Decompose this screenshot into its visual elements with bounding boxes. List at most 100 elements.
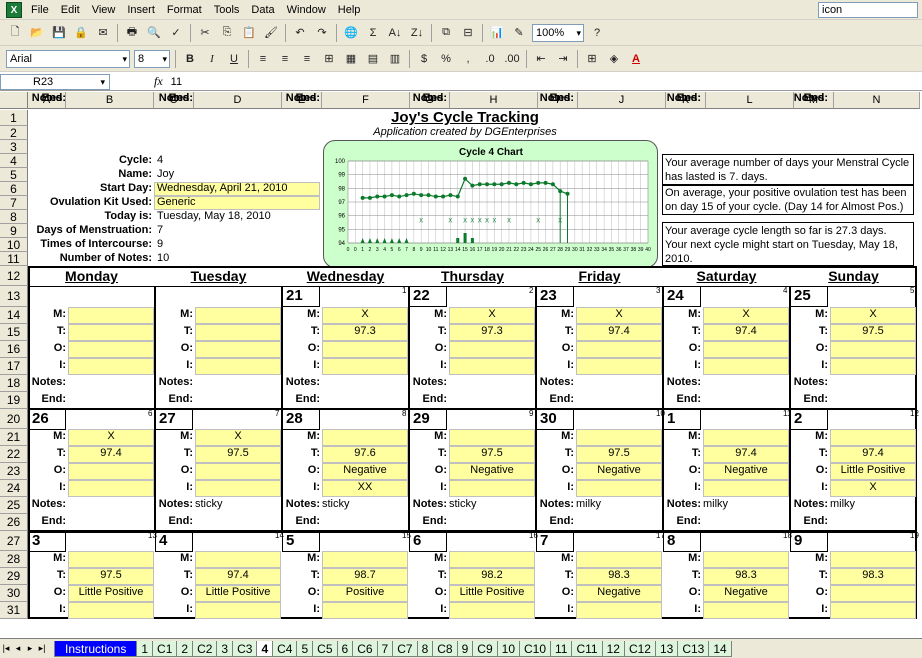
entry-t-value[interactable]: 97.4: [195, 569, 281, 581]
sheet-tab-4[interactable]: 4: [256, 640, 274, 657]
worksheet-grid[interactable]: A B C D E F G H I J K L M N 1 2 3 4 5 6 7 8 9 10 11 12 13 14 15 16 17 1…: [0, 92, 922, 638]
entry-m-value[interactable]: X: [322, 308, 408, 320]
row-header-3[interactable]: 3: [0, 140, 28, 154]
entry-t-value[interactable]: 97.6: [322, 447, 408, 459]
entry-notes-value[interactable]: milky: [830, 498, 855, 510]
column-header-j[interactable]: J: [578, 92, 666, 109]
sheet-tab-6[interactable]: 6: [336, 640, 354, 657]
print-icon[interactable]: 🖶: [122, 23, 142, 43]
menu-window[interactable]: Window: [284, 4, 335, 16]
entry-i[interactable]: [576, 358, 662, 375]
row-header-30[interactable]: 30: [0, 585, 28, 602]
border-table-icon[interactable]: ▦: [341, 49, 361, 69]
sheet-tab-c12[interactable]: C12: [623, 640, 656, 657]
entry-o-value[interactable]: Little Positive: [68, 586, 154, 598]
prev-sheet-icon[interactable]: ◂: [12, 643, 24, 654]
entry-o[interactable]: [449, 341, 535, 358]
ungroup-icon[interactable]: ⊟: [458, 23, 478, 43]
entry-m-value[interactable]: X: [68, 430, 154, 442]
menu-view[interactable]: View: [89, 4, 125, 16]
entry-m[interactable]: [703, 429, 789, 446]
entry-m[interactable]: [449, 551, 535, 568]
grid-icon[interactable]: ▤: [363, 49, 383, 69]
merge-center-icon[interactable]: ⊞: [319, 49, 339, 69]
entry-i[interactable]: [703, 480, 789, 497]
next-sheet-icon[interactable]: ▸: [24, 643, 36, 654]
entry-o-value[interactable]: Little Positive: [830, 464, 916, 476]
column-header-n[interactable]: N: [834, 92, 920, 109]
sheet-tab-c11[interactable]: C11: [571, 640, 603, 657]
entry-o[interactable]: [68, 463, 154, 480]
entry-m[interactable]: [703, 551, 789, 568]
entry-m[interactable]: [195, 551, 281, 568]
entry-notes-value[interactable]: sticky: [195, 498, 223, 510]
sheet-tab-10[interactable]: 10: [496, 640, 520, 657]
sort-asc-icon[interactable]: A↓: [385, 23, 405, 43]
print-preview-icon[interactable]: 🔍: [144, 23, 164, 43]
sheet-tab-c2[interactable]: C2: [192, 640, 218, 657]
open-icon[interactable]: 📂: [27, 23, 47, 43]
undo-icon[interactable]: ↶: [290, 23, 310, 43]
entry-i[interactable]: [322, 602, 408, 619]
entry-i[interactable]: [322, 358, 408, 375]
sheet-tab-8[interactable]: 8: [416, 640, 434, 657]
entry-notes-value[interactable]: milky: [703, 498, 728, 510]
row-header-13[interactable]: 13: [0, 286, 28, 307]
copy-icon[interactable]: ⎘: [217, 23, 237, 43]
entry-o-value[interactable]: Little Positive: [449, 586, 535, 598]
entry-o-value[interactable]: Little Positive: [195, 586, 281, 598]
entry-o[interactable]: [830, 585, 916, 602]
sheet-tab-c9[interactable]: C9: [472, 640, 498, 657]
sheet-tab-c6[interactable]: C6: [352, 640, 378, 657]
row-header-9[interactable]: 9: [0, 224, 28, 238]
column-header-l[interactable]: L: [706, 92, 794, 109]
row-header-29[interactable]: 29: [0, 568, 28, 585]
sheet-tab-c3[interactable]: C3: [232, 640, 258, 657]
row-header-2[interactable]: 2: [0, 126, 28, 140]
drawing-icon[interactable]: ✎: [509, 23, 529, 43]
sheet-tab-13[interactable]: 13: [654, 640, 679, 657]
entry-t-value[interactable]: 97.4: [830, 447, 916, 459]
row-header-7[interactable]: 7: [0, 196, 28, 210]
entry-o[interactable]: [195, 341, 281, 358]
format-painter-icon[interactable]: 🖌: [261, 23, 281, 43]
entry-o[interactable]: [576, 341, 662, 358]
select-all-corner[interactable]: [0, 92, 28, 109]
increase-indent-icon[interactable]: ⇥: [553, 49, 573, 69]
sheet-tab-2[interactable]: 2: [176, 640, 194, 657]
last-sheet-icon[interactable]: ▸|: [36, 643, 48, 654]
cut-icon[interactable]: ✂: [195, 23, 215, 43]
align-right-icon[interactable]: ≡: [297, 49, 317, 69]
row-header-17[interactable]: 17: [0, 358, 28, 375]
entry-t-value[interactable]: 98.3: [830, 569, 916, 581]
entry-i[interactable]: [576, 602, 662, 619]
entry-i[interactable]: [830, 358, 916, 375]
row-header-25[interactable]: 25: [0, 497, 28, 514]
entry-i[interactable]: [195, 602, 281, 619]
save-icon[interactable]: 💾: [49, 23, 69, 43]
entry-t-value[interactable]: 97.5: [576, 447, 662, 459]
group-icon[interactable]: ⧉: [436, 23, 456, 43]
entry-i[interactable]: [68, 358, 154, 375]
entry-t-value[interactable]: 97.5: [68, 569, 154, 581]
row-header-12[interactable]: 12: [0, 266, 28, 286]
entry-i[interactable]: [576, 480, 662, 497]
font-size-select[interactable]: 8: [134, 49, 170, 68]
column-header-d[interactable]: D: [194, 92, 282, 109]
row-header-27[interactable]: 27: [0, 531, 28, 551]
comma-icon[interactable]: ,: [458, 49, 478, 69]
row-header-19[interactable]: 19: [0, 392, 28, 409]
row-header-21[interactable]: 21: [0, 429, 28, 446]
menu-format[interactable]: Format: [164, 4, 211, 16]
row-header-20[interactable]: 20: [0, 409, 28, 429]
new-icon[interactable]: 🗋: [5, 23, 25, 43]
sheet-tab-7[interactable]: 7: [376, 640, 394, 657]
entry-m[interactable]: [449, 429, 535, 446]
entry-m[interactable]: [195, 307, 281, 324]
sort-desc-icon[interactable]: Z↓: [407, 23, 427, 43]
increase-decimal-icon[interactable]: .0: [480, 49, 500, 69]
entry-m[interactable]: [576, 429, 662, 446]
zoom-select[interactable]: 100%: [532, 23, 584, 42]
font-select[interactable]: Arial: [6, 49, 130, 68]
entry-o-value[interactable]: Negative: [576, 586, 662, 598]
